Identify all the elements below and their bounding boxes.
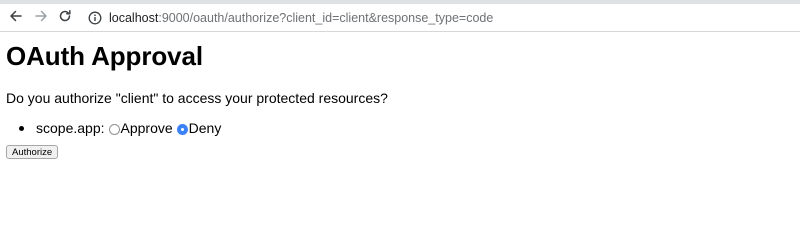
page-content: OAuth Approval Do you authorize "client"… bbox=[6, 32, 794, 160]
address-bar[interactable]: localhost:9000/oauth/authorize?client_id… bbox=[80, 6, 796, 30]
scope-label: scope.app: bbox=[36, 120, 105, 136]
forward-button[interactable] bbox=[31, 8, 51, 28]
approve-radio[interactable] bbox=[108, 123, 120, 135]
browser-toolbar: localhost:9000/oauth/authorize?client_id… bbox=[0, 4, 800, 32]
reload-icon bbox=[58, 9, 72, 28]
url-host: localhost bbox=[109, 11, 159, 25]
page-title: OAuth Approval bbox=[6, 41, 203, 71]
authorization-question: Do you authorize "client" to access your… bbox=[6, 90, 388, 106]
arrow-right-icon bbox=[34, 9, 48, 28]
approve-label[interactable]: Approve bbox=[121, 120, 173, 136]
back-button[interactable] bbox=[6, 8, 26, 28]
scope-item: scope.app: Approve Deny bbox=[19, 120, 794, 136]
info-icon[interactable] bbox=[88, 11, 102, 25]
url-path: :9000/oauth/authorize?client_id=client&r… bbox=[158, 11, 494, 25]
reload-button[interactable] bbox=[55, 8, 75, 28]
authorize-button[interactable]: Authorize bbox=[6, 145, 59, 159]
bullet-icon bbox=[19, 126, 24, 131]
deny-label[interactable]: Deny bbox=[189, 120, 222, 136]
deny-radio[interactable] bbox=[176, 123, 188, 135]
arrow-left-icon bbox=[9, 9, 23, 28]
approval-form: scope.app: Approve Deny Authorize bbox=[6, 120, 794, 160]
scope-list: scope.app: Approve Deny bbox=[6, 120, 794, 136]
url-text[interactable]: localhost:9000/oauth/authorize?client_id… bbox=[109, 11, 493, 25]
